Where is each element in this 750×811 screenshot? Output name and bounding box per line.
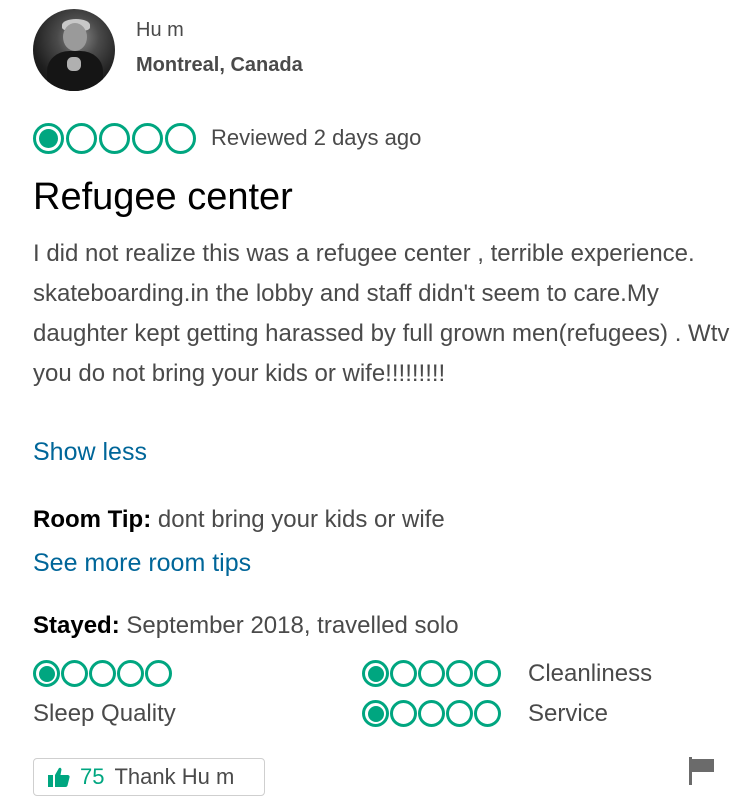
cleanliness-label: Cleanliness [528,660,653,687]
rating-bubble-empty [132,123,163,154]
rating-bubble-empty [99,123,130,154]
flag-icon[interactable] [689,757,715,785]
rating-bubble-empty [390,660,417,687]
rating-bubble-filled [33,660,60,687]
rating-bubble-empty [145,660,172,687]
sleep-quality-label: Sleep Quality [33,700,176,727]
review-date: Reviewed 2 days ago [211,125,422,150]
show-less-link[interactable]: Show less [33,438,147,467]
rating-bubble-filled [362,700,389,727]
rating-bubble-empty [66,123,97,154]
review-body: I did not realize this was a refugee cen… [33,240,730,387]
reviewer-location: Montreal, Canada [136,54,303,76]
rating-bubble-empty [390,700,417,727]
rating-bubble-empty [446,700,473,727]
room-tip-label: Room Tip: [33,506,152,533]
reviewer-avatar[interactable] [33,9,115,91]
stayed-info: Stayed: September 2018, travelled solo [33,612,459,640]
service-label: Service [528,700,609,727]
service-bubbles [362,700,502,727]
rating-bubble-empty [418,660,445,687]
sleep-quality-bubbles [33,660,173,687]
reviewer-name[interactable]: Hu m [136,19,184,42]
rating-bubble-empty [117,660,144,687]
room-tip-text: dont bring your kids or wife [157,506,445,533]
room-tip: Room Tip: dont bring your kids or wife [33,506,445,534]
rating-bubble-empty [474,700,501,727]
rating-bubble-empty [165,123,196,154]
review-title: Refugee center [33,176,293,218]
thank-count: 75 [80,764,105,789]
stayed-text: September 2018, travelled solo [126,612,459,639]
rating-bubble-empty [61,660,88,687]
rating-bubble-empty [474,660,501,687]
rating-bubble-filled [362,660,389,687]
thumbs-up-icon [48,767,70,787]
thank-label: Thank Hu m [114,764,235,789]
rating-bubble-empty [89,660,116,687]
review-rating-bubbles [33,123,198,154]
see-more-room-tips-link[interactable]: See more room tips [33,549,251,578]
stayed-label: Stayed: [33,612,120,639]
thank-reviewer-button[interactable]: 75 Thank Hu m [33,758,265,796]
rating-bubble-empty [418,700,445,727]
cleanliness-bubbles [362,660,502,687]
rating-bubble-empty [446,660,473,687]
rating-bubble-filled [33,123,64,154]
